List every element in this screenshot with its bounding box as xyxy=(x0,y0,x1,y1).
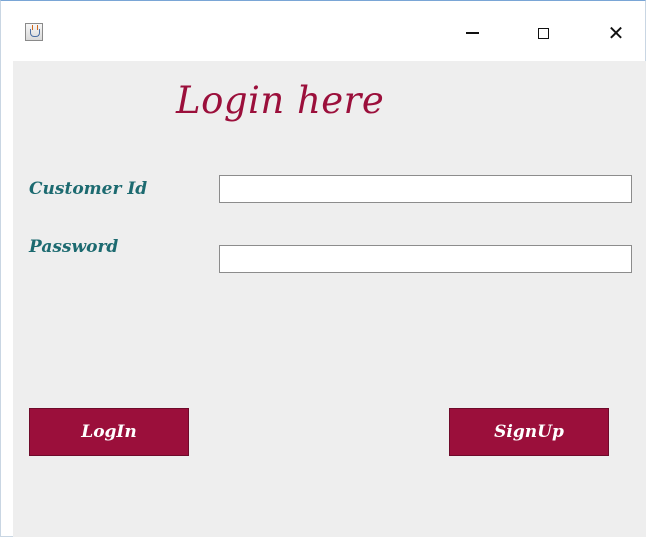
login-panel: Login here Customer Id Password LogIn Si… xyxy=(13,61,646,537)
login-window: ✕ Login here Customer Id Password LogIn … xyxy=(0,0,646,537)
customer-id-label: Customer Id xyxy=(29,179,148,199)
page-title: Login here xyxy=(176,79,385,122)
title-bar[interactable]: ✕ xyxy=(1,1,645,61)
maximize-button[interactable] xyxy=(520,13,566,53)
minimize-button[interactable] xyxy=(449,13,495,53)
maximize-icon xyxy=(537,27,549,39)
password-label: Password xyxy=(29,237,119,257)
password-field[interactable] xyxy=(219,245,632,273)
signup-button[interactable]: SignUp xyxy=(449,408,609,456)
close-icon: ✕ xyxy=(607,21,625,45)
minimize-icon xyxy=(465,32,479,34)
java-cup-icon[interactable] xyxy=(25,23,43,41)
close-button[interactable]: ✕ xyxy=(593,13,639,53)
login-button[interactable]: LogIn xyxy=(29,408,189,456)
customer-id-field[interactable] xyxy=(219,175,632,203)
